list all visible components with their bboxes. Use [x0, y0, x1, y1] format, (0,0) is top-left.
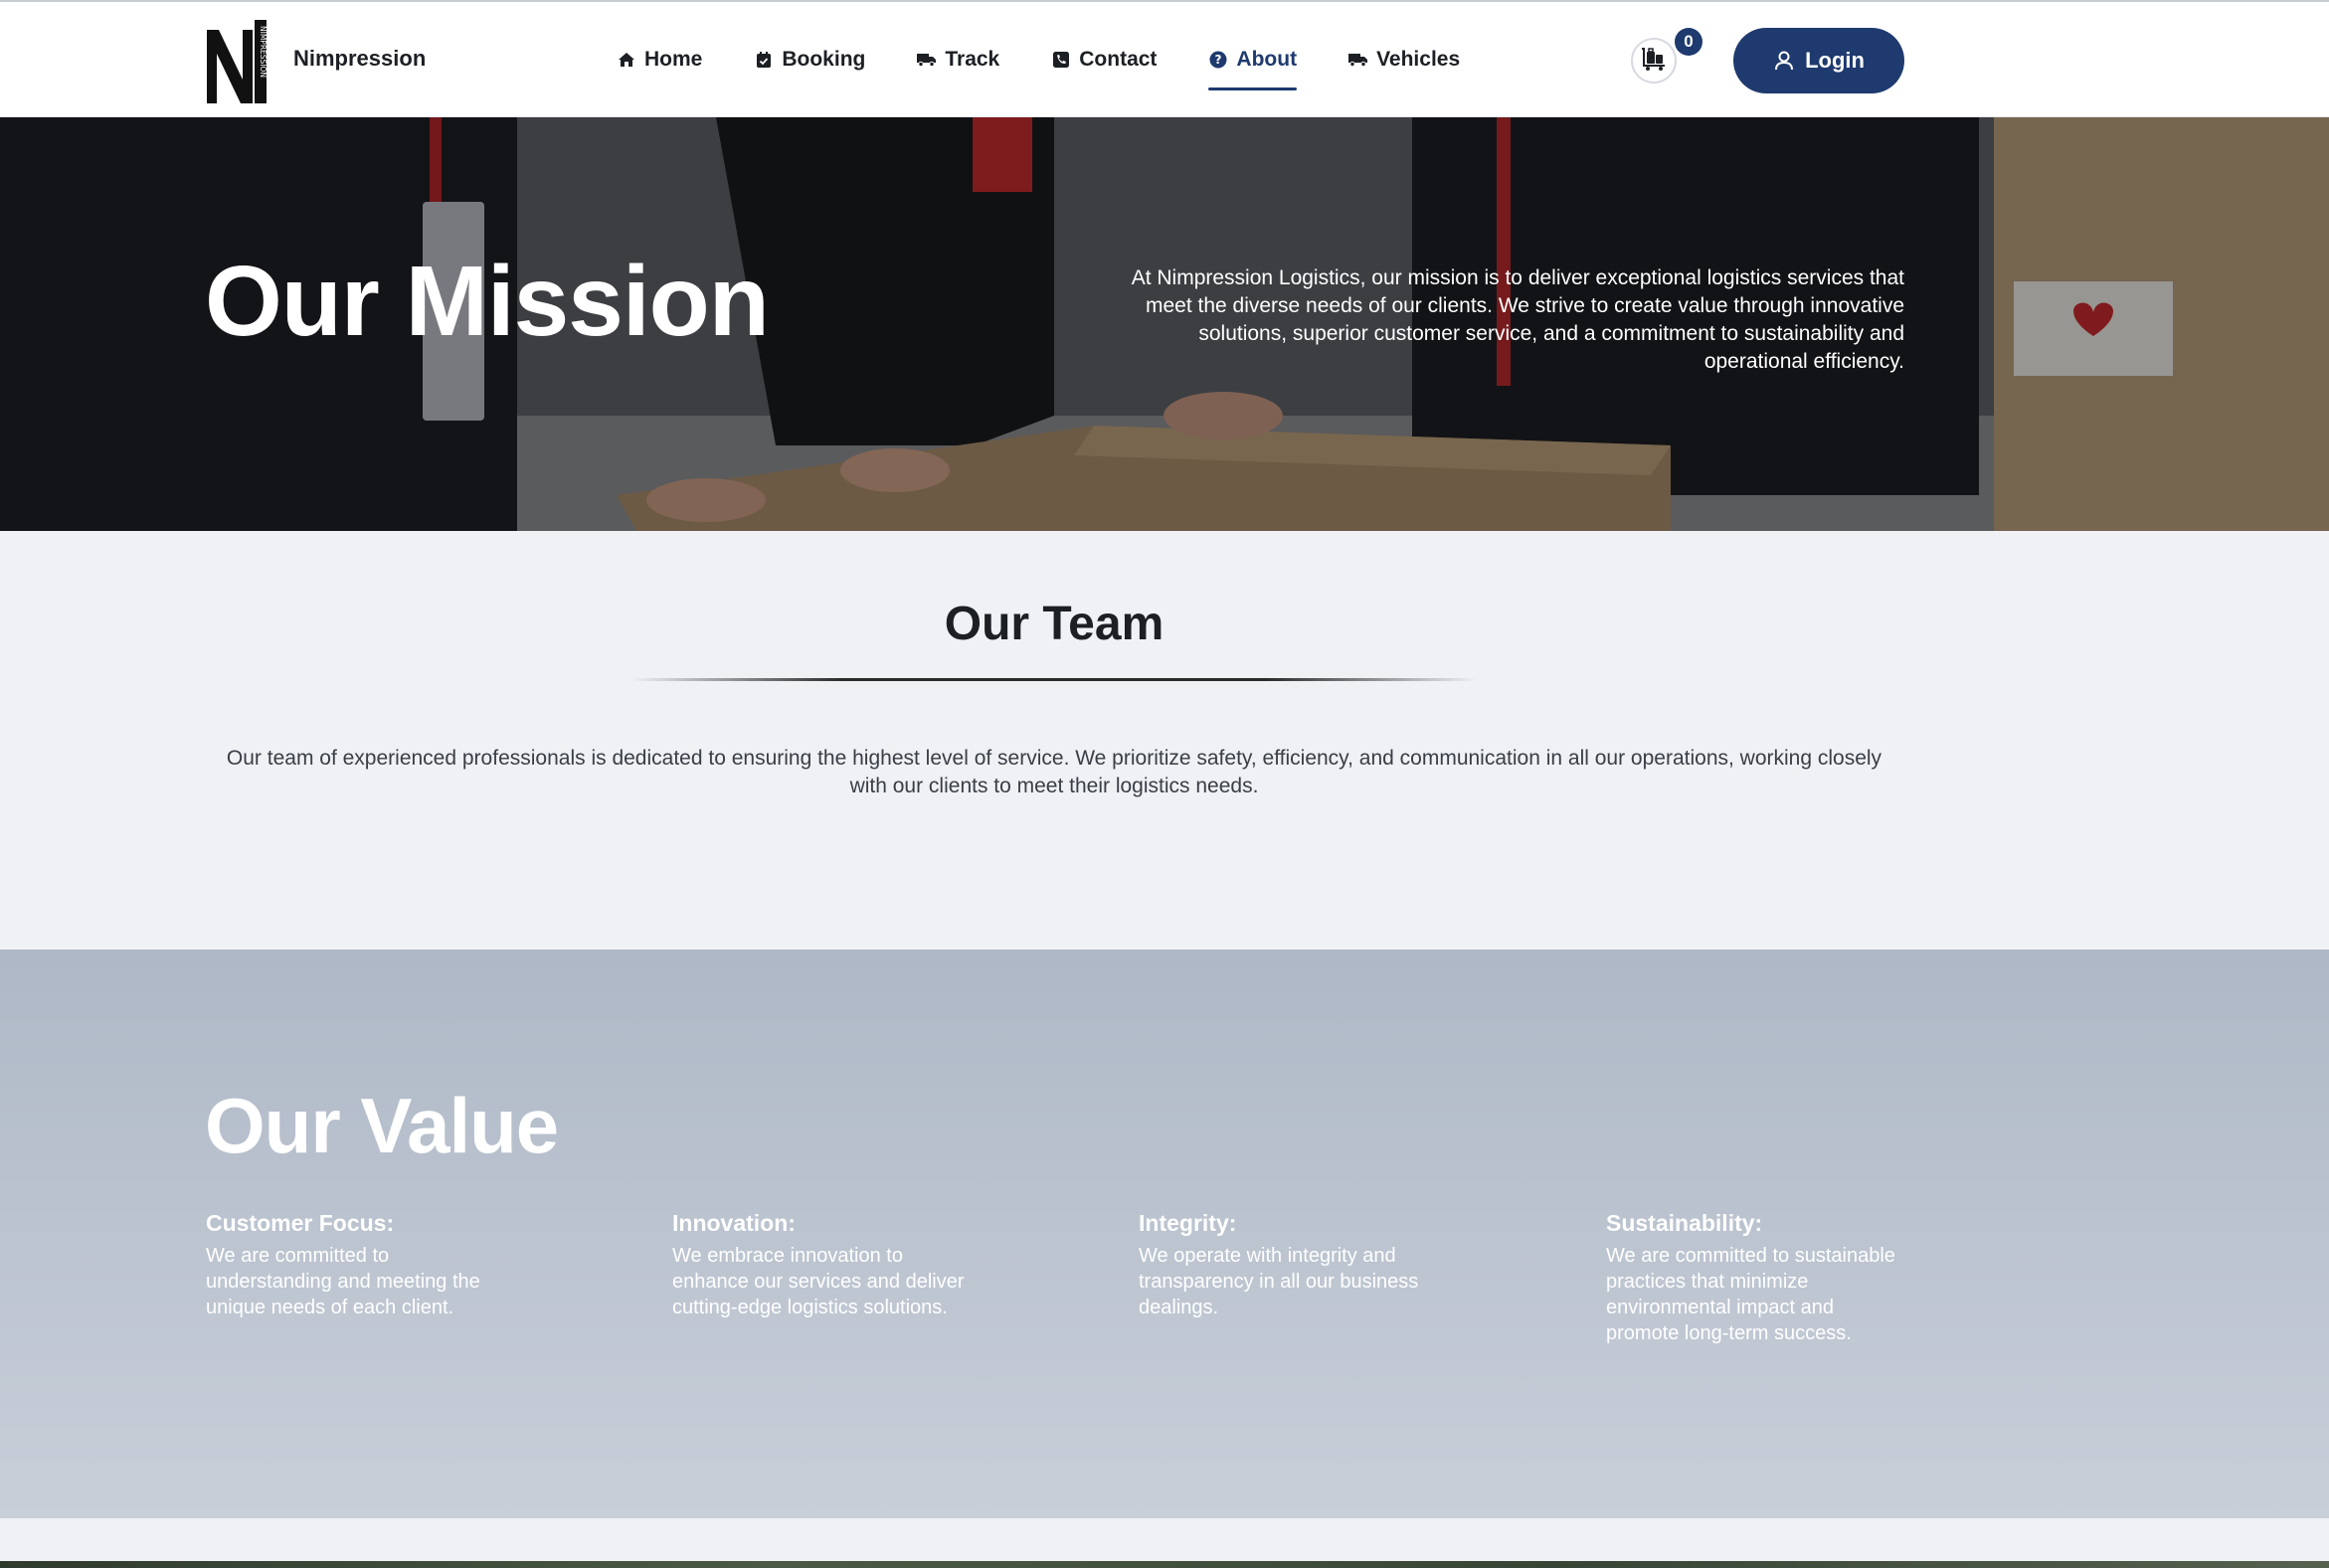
value-item-integrity: Integrity: We operate with integrity and… — [1139, 1210, 1437, 1320]
nav-vehicles-label: Vehicles — [1376, 48, 1461, 71]
main-nav: Home Booking Track Contact ? About Vehic… — [617, 2, 1512, 117]
nav-track[interactable]: Track — [917, 2, 999, 117]
login-button[interactable]: Login — [1733, 28, 1904, 93]
value-item-innovation: Innovation: We embrace innovation to enh… — [672, 1210, 971, 1320]
value-heading: Sustainability: — [1606, 1210, 1763, 1236]
team-section: Our Team Our team of experienced profess… — [0, 531, 2329, 950]
value-heading: Innovation: — [672, 1210, 796, 1236]
question-circle-icon: ? — [1208, 50, 1228, 70]
brand-name[interactable]: Nimpression — [293, 46, 426, 72]
user-icon — [1773, 50, 1795, 72]
svg-text:?: ? — [1215, 53, 1222, 67]
value-title: Our Value — [205, 1082, 559, 1169]
nav-vehicles[interactable]: Vehicles — [1348, 2, 1460, 117]
truck-icon — [917, 50, 937, 70]
hero-title: Our Mission — [205, 246, 770, 357]
cart-button[interactable] — [1631, 38, 1677, 84]
team-divider — [631, 678, 1477, 681]
cart-count-badge: 0 — [1675, 28, 1702, 56]
value-section: Our Value Customer Focus: We are committ… — [0, 950, 2329, 1518]
value-item-customer-focus: Customer Focus: We are committed to unde… — [206, 1210, 504, 1320]
brand-logo[interactable]: NIMPRESSION — [205, 18, 269, 105]
mission-hero: Our Mission At Nimpression Logistics, ou… — [0, 117, 2329, 531]
value-heading: Customer Focus: — [206, 1210, 395, 1236]
nav-booking[interactable]: Booking — [754, 2, 865, 117]
nav-contact[interactable]: Contact — [1051, 2, 1157, 117]
site-header: NIMPRESSION Nimpression Home Booking Tra… — [0, 0, 2329, 117]
hero-mission-text: At Nimpression Logistics, our mission is… — [1131, 266, 1904, 373]
team-description: Our team of experienced professionals is… — [226, 747, 1882, 797]
nav-about[interactable]: ? About — [1208, 2, 1297, 117]
nav-contact-label: Contact — [1079, 48, 1158, 71]
luggage-cart-icon — [1640, 47, 1668, 76]
team-title: Our Team — [944, 598, 1164, 650]
svg-text:NIMPRESSION: NIMPRESSION — [259, 26, 268, 78]
home-icon — [617, 50, 636, 70]
value-heading: Integrity: — [1139, 1210, 1237, 1236]
calendar-icon — [754, 50, 774, 70]
nav-track-label: Track — [945, 48, 1000, 71]
value-text: We are committed to understanding and me… — [206, 1245, 480, 1318]
value-text: We operate with integrity and transparen… — [1139, 1245, 1419, 1318]
truck-icon — [1348, 50, 1368, 70]
value-text: We are committed to sustainable practice… — [1606, 1245, 1895, 1344]
footer-image-edge — [0, 1561, 2329, 1568]
value-text: We embrace innovation to enhance our ser… — [672, 1245, 965, 1318]
nav-booking-label: Booking — [782, 48, 866, 71]
phone-icon — [1051, 50, 1071, 70]
login-label: Login — [1805, 48, 1865, 73]
nav-home[interactable]: Home — [617, 2, 702, 117]
nav-about-label: About — [1236, 48, 1298, 71]
nav-home-label: Home — [644, 48, 703, 71]
value-item-sustainability: Sustainability: We are committed to sust… — [1606, 1210, 1904, 1346]
